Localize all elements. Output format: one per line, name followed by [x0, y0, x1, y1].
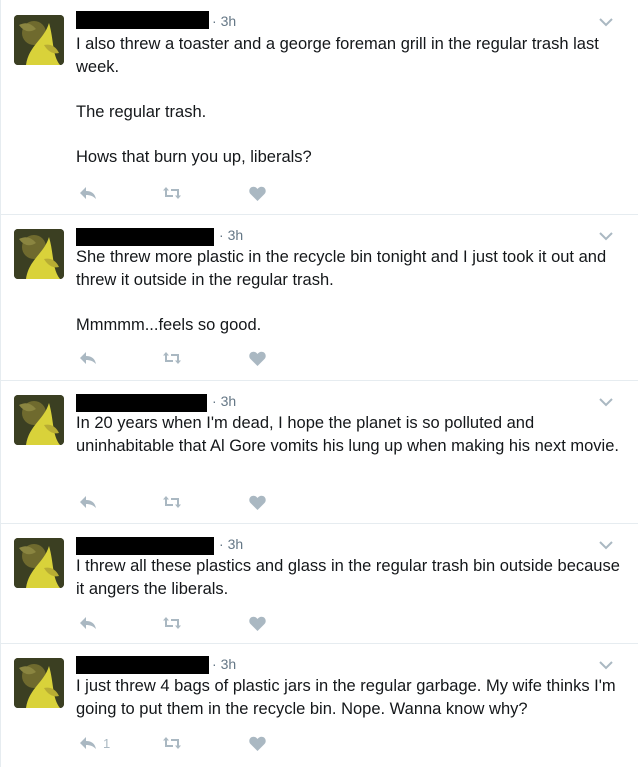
retweet-button[interactable]: [162, 348, 182, 368]
like-button[interactable]: [249, 492, 266, 512]
like-icon: [249, 186, 266, 201]
chevron-down-icon[interactable]: [598, 230, 614, 242]
tweet-timestamp[interactable]: 3h: [219, 536, 244, 552]
tweet[interactable]: 3h I also threw a toaster and a george f…: [1, 0, 638, 215]
reply-icon: [80, 496, 96, 508]
tweet[interactable]: 3h I just threw 4 bags of plastic jars i…: [1, 644, 638, 767]
tweet-timeline: 3h I also threw a toaster and a george f…: [0, 0, 638, 767]
reply-icon: [80, 187, 96, 199]
tweet[interactable]: 3h In 20 years when I'm dead, I hope the…: [1, 381, 638, 524]
avatar[interactable]: [14, 395, 64, 445]
retweet-button[interactable]: [162, 183, 182, 203]
like-icon: [249, 495, 266, 510]
chevron-down-icon[interactable]: [598, 16, 614, 28]
tweet-actions: [76, 183, 376, 203]
tweet-text: In 20 years when I'm dead, I hope the pl…: [76, 414, 619, 455]
avatar-image: [14, 538, 64, 588]
avatar-image: [14, 15, 64, 65]
like-icon: [249, 616, 266, 631]
chevron-down-icon[interactable]: [598, 396, 614, 408]
tweet-actions: [76, 613, 376, 633]
like-button[interactable]: [249, 183, 266, 203]
retweet-icon: [163, 737, 181, 749]
reply-button[interactable]: [79, 183, 103, 203]
avatar[interactable]: [14, 538, 64, 588]
retweet-button[interactable]: [162, 613, 182, 633]
avatar-image: [14, 658, 64, 708]
tweet-timestamp[interactable]: 3h: [212, 13, 237, 29]
redacted-username: [76, 228, 214, 246]
reply-icon: [80, 617, 96, 629]
chevron-down-icon[interactable]: [598, 659, 614, 671]
avatar-image: [14, 395, 64, 445]
like-button[interactable]: [249, 613, 266, 633]
tweet-text: She threw more plastic in the recycle bi…: [76, 248, 607, 334]
chevron-down-icon[interactable]: [598, 539, 614, 551]
retweet-button[interactable]: [162, 733, 182, 753]
tweet-timestamp[interactable]: 3h: [212, 656, 237, 672]
tweet-text: I also threw a toaster and a george fore…: [76, 35, 599, 166]
retweet-icon: [163, 617, 181, 629]
like-button[interactable]: [249, 733, 266, 753]
reply-button[interactable]: [79, 492, 103, 512]
avatar-image: [14, 229, 64, 279]
reply-icon: [80, 737, 96, 749]
reply-icon: [80, 352, 96, 364]
avatar[interactable]: [14, 15, 64, 65]
reply-count: 1: [103, 735, 111, 751]
tweet-text: I just threw 4 bags of plastic jars in t…: [76, 677, 616, 718]
reply-button[interactable]: 1: [79, 733, 110, 753]
tweet[interactable]: 3h I threw all these plastics and glass …: [1, 524, 638, 644]
retweet-icon: [163, 187, 181, 199]
redacted-username: [76, 394, 207, 412]
avatar[interactable]: [14, 658, 64, 708]
reply-button[interactable]: [79, 348, 103, 368]
tweet-actions: [76, 492, 376, 512]
tweet-timestamp[interactable]: 3h: [219, 227, 244, 243]
retweet-button[interactable]: [162, 492, 182, 512]
reply-button[interactable]: [79, 613, 103, 633]
tweet[interactable]: 3h She threw more plastic in the recycle…: [1, 215, 638, 381]
like-icon: [249, 736, 266, 751]
like-icon: [249, 351, 266, 366]
like-button[interactable]: [249, 348, 266, 368]
redacted-username: [76, 11, 209, 29]
retweet-icon: [163, 496, 181, 508]
tweet-actions: [76, 348, 376, 368]
tweet-text: I threw all these plastics and glass in …: [76, 557, 620, 598]
avatar[interactable]: [14, 229, 64, 279]
redacted-username: [76, 537, 214, 555]
retweet-icon: [163, 352, 181, 364]
tweet-timestamp[interactable]: 3h: [212, 393, 237, 409]
tweet-actions: 1: [76, 733, 376, 753]
redacted-username: [76, 656, 209, 674]
